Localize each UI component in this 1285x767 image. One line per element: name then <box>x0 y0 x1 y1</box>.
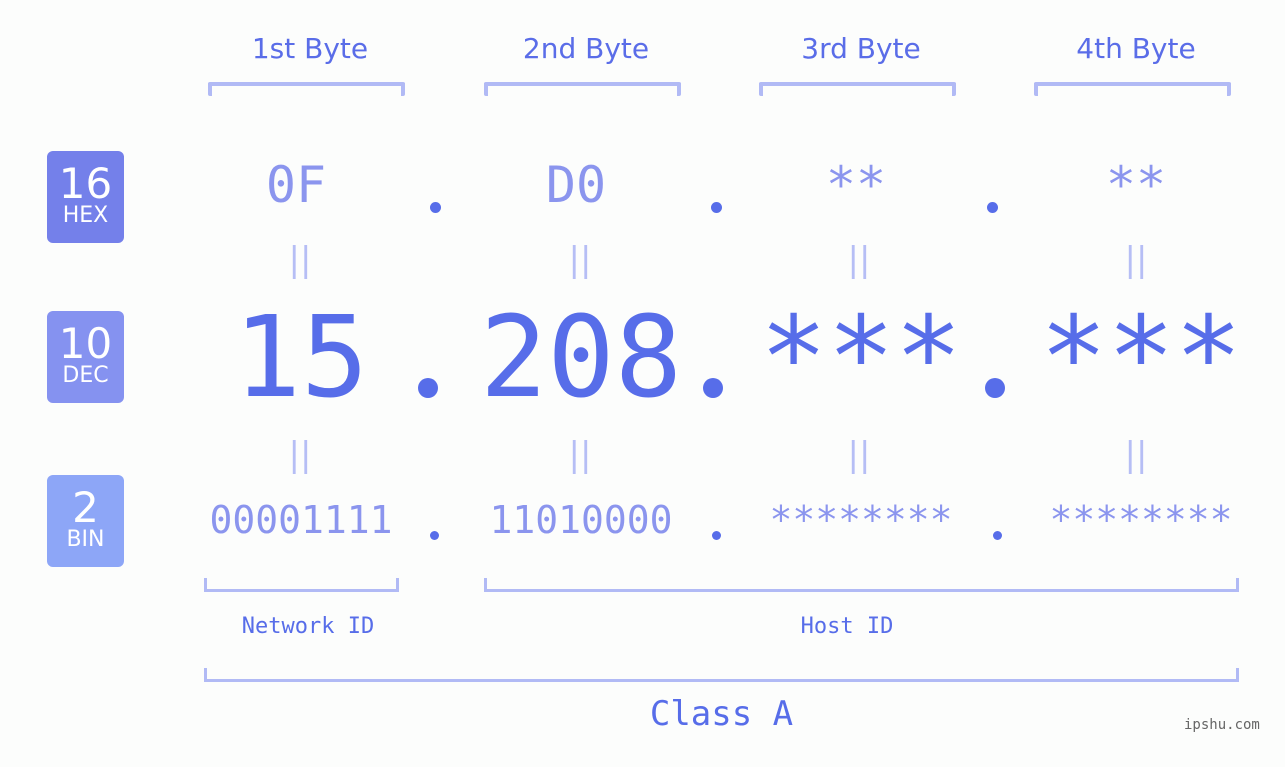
hex-badge-number: 16 <box>58 159 113 208</box>
bin-value-2: 11010000 <box>489 498 673 542</box>
byte-header-1: 1st Byte <box>251 32 369 65</box>
equals-icon: || <box>288 240 312 280</box>
bin-value-3: ******** <box>769 498 953 542</box>
class-label: Class A <box>649 694 794 734</box>
dec-value-2: 208 <box>479 293 683 423</box>
equals-icon: || <box>1124 435 1148 475</box>
hex-dot-2 <box>711 202 722 213</box>
byte-bracket-4 <box>1034 82 1231 96</box>
dec-dot-2 <box>703 378 723 398</box>
byte-bracket-3 <box>759 82 956 96</box>
bin-dot-1 <box>430 531 439 540</box>
byte-bracket-1 <box>208 82 405 96</box>
equals-icon: || <box>288 435 312 475</box>
equals-icon: || <box>1124 240 1148 280</box>
byte-header-3: 3rd Byte <box>801 32 921 65</box>
hex-value-3: ** <box>825 156 887 214</box>
bin-badge-label: BIN <box>66 527 105 552</box>
equals-icon: || <box>847 240 871 280</box>
bin-badge-number: 2 <box>72 483 99 532</box>
host-id-label: Host ID <box>800 614 894 639</box>
dec-dot-3 <box>985 378 1005 398</box>
watermark: ipshu.com <box>1184 717 1260 733</box>
dec-value-1: 15 <box>233 293 369 423</box>
hex-dot-3 <box>987 202 998 213</box>
dec-badge: 10 DEC <box>47 311 124 403</box>
bin-dot-3 <box>993 531 1002 540</box>
network-id-bracket <box>204 578 399 592</box>
hex-dot-1 <box>430 202 441 213</box>
bin-value-1: 00001111 <box>209 498 393 542</box>
dec-value-3: *** <box>759 293 963 423</box>
equals-icon: || <box>568 435 592 475</box>
network-id-label: Network ID <box>241 614 375 639</box>
bin-dot-2 <box>712 531 721 540</box>
dec-badge-label: DEC <box>62 363 109 388</box>
byte-bracket-2 <box>484 82 681 96</box>
hex-badge-label: HEX <box>62 203 109 228</box>
byte-header-4: 4th Byte <box>1076 32 1196 65</box>
equals-icon: || <box>568 240 592 280</box>
hex-value-1: 0F <box>265 156 327 214</box>
bin-badge: 2 BIN <box>47 475 124 567</box>
dec-value-4: *** <box>1039 293 1243 423</box>
hex-value-4: ** <box>1105 156 1167 214</box>
equals-icon: || <box>847 435 871 475</box>
host-id-bracket <box>484 578 1239 592</box>
class-bracket <box>204 668 1239 682</box>
hex-value-2: D0 <box>545 156 607 214</box>
byte-header-2: 2nd Byte <box>522 32 650 65</box>
hex-badge: 16 HEX <box>47 151 124 243</box>
dec-badge-number: 10 <box>58 319 113 368</box>
dec-dot-1 <box>418 378 438 398</box>
bin-value-4: ******** <box>1049 498 1233 542</box>
